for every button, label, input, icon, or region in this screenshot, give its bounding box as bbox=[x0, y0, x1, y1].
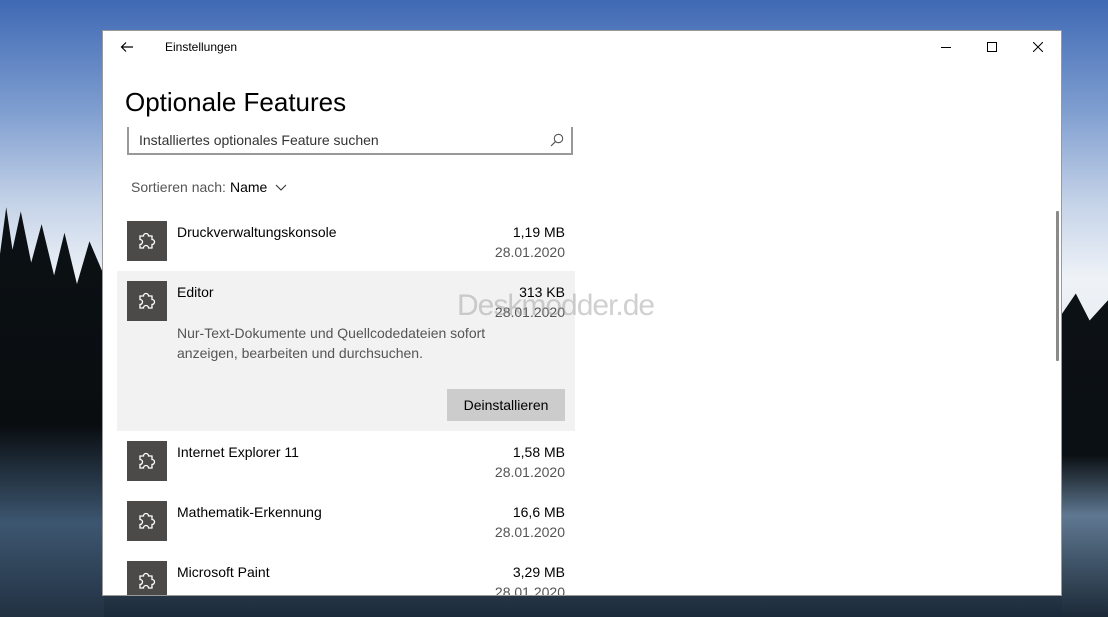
feature-date: 28.01.2020 bbox=[494, 464, 565, 480]
maximize-icon bbox=[987, 42, 997, 52]
feature-item-druckverwaltungskonsole[interactable]: Druckverwaltungskonsole 1,19 MB 28.01.20… bbox=[117, 211, 575, 271]
puzzle-piece-icon bbox=[139, 452, 156, 469]
feature-description: Nur-Text-Dokumente und Quellcodedateien … bbox=[177, 325, 486, 361]
feature-size: 16,6 MB bbox=[512, 504, 565, 520]
feature-date: 28.01.2020 bbox=[494, 244, 565, 260]
feature-size: 1,19 MB bbox=[512, 224, 565, 240]
puzzle-piece-icon bbox=[139, 232, 156, 249]
page-title: Optionale Features bbox=[125, 87, 347, 117]
chevron-down-icon[interactable] bbox=[275, 181, 287, 193]
feature-name: Druckverwaltungskonsole bbox=[177, 224, 337, 240]
sort-label: Sortieren nach: bbox=[131, 179, 226, 195]
title-bar: Einstellungen bbox=[103, 31, 1061, 63]
feature-icon-box bbox=[127, 501, 167, 541]
feature-name: Internet Explorer 11 bbox=[177, 444, 299, 460]
feature-list: Druckverwaltungskonsole 1,19 MB 28.01.20… bbox=[117, 211, 575, 596]
feature-icon-box bbox=[127, 221, 167, 261]
feature-icon-box bbox=[127, 561, 167, 595]
feature-date: 28.01.2020 bbox=[494, 584, 565, 596]
feature-item-internet-explorer[interactable]: Internet Explorer 11 1,58 MB 28.01.2020 bbox=[117, 431, 575, 491]
uninstall-button[interactable]: Deinstallieren bbox=[447, 389, 565, 421]
feature-item-mathematik-erkennung[interactable]: Mathematik-Erkennung 16,6 MB 28.01.2020 bbox=[117, 491, 575, 551]
feature-size: 1,58 MB bbox=[512, 444, 565, 460]
settings-window: Einstellungen Optionale Features Sortier… bbox=[102, 30, 1062, 596]
feature-icon-box bbox=[127, 281, 167, 321]
feature-name: Editor bbox=[177, 284, 214, 300]
search-icon[interactable] bbox=[549, 132, 565, 148]
desktop-trees-left bbox=[0, 207, 104, 617]
search-box[interactable] bbox=[127, 127, 573, 155]
minimize-icon bbox=[941, 47, 951, 48]
watermark: Deskmodder.de bbox=[457, 289, 655, 322]
sort-value[interactable]: Name bbox=[230, 179, 267, 195]
back-arrow-icon bbox=[120, 42, 133, 52]
maximize-button[interactable] bbox=[969, 31, 1015, 63]
desktop-trees-right bbox=[1062, 293, 1108, 617]
feature-item-microsoft-paint[interactable]: Microsoft Paint 3,29 MB 28.01.2020 bbox=[117, 551, 575, 596]
scrollbar-thumb[interactable] bbox=[1056, 211, 1059, 361]
sort-control[interactable]: Sortieren nach: Name bbox=[131, 179, 287, 195]
close-icon bbox=[1033, 42, 1043, 52]
window-title: Einstellungen bbox=[165, 40, 238, 54]
feature-icon-box bbox=[127, 441, 167, 481]
search-input[interactable] bbox=[139, 127, 539, 153]
feature-size: 3,29 MB bbox=[512, 564, 565, 580]
close-button[interactable] bbox=[1015, 31, 1061, 63]
back-button[interactable] bbox=[113, 35, 141, 59]
puzzle-piece-icon bbox=[139, 512, 156, 529]
feature-name: Mathematik-Erkennung bbox=[177, 504, 322, 520]
feature-date: 28.01.2020 bbox=[494, 524, 565, 540]
feature-name: Microsoft Paint bbox=[177, 564, 270, 580]
puzzle-piece-icon bbox=[139, 292, 156, 309]
minimize-button[interactable] bbox=[923, 31, 969, 63]
puzzle-piece-icon bbox=[139, 572, 156, 589]
